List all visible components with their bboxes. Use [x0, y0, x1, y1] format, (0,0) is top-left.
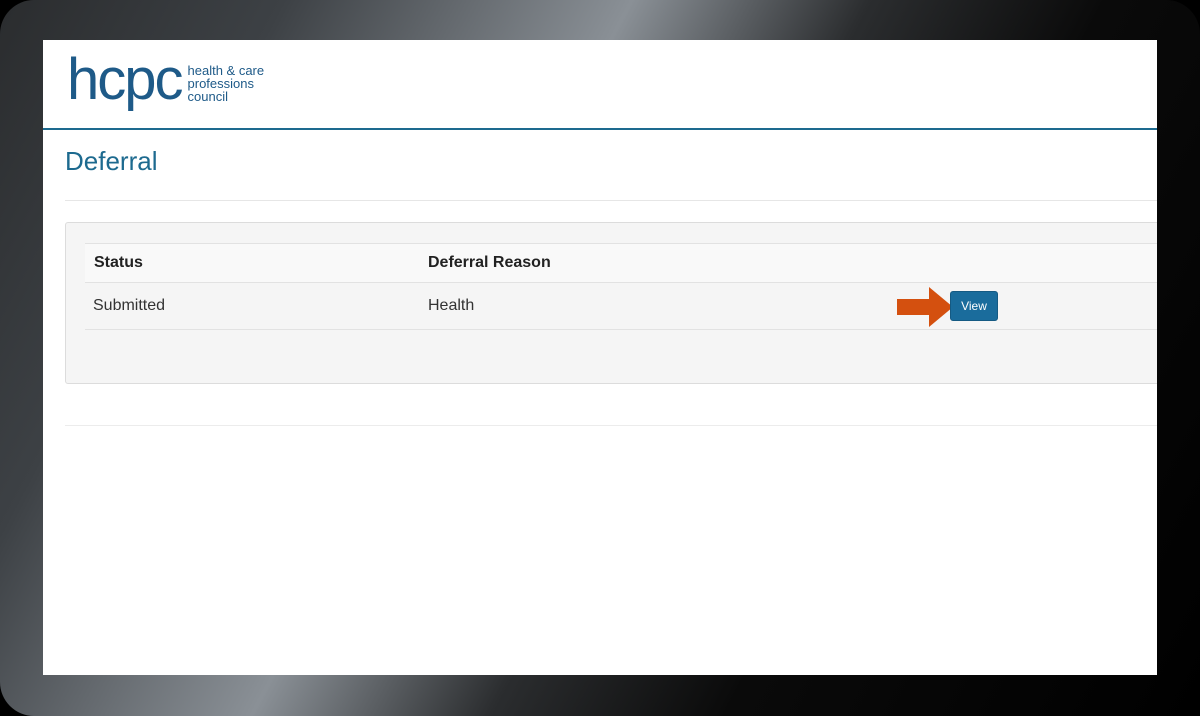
deferral-table: Status Deferral Reason Submitted Health …	[85, 243, 1157, 330]
title-divider	[65, 200, 1157, 201]
logo-tagline-line: council	[187, 88, 228, 104]
logo-tagline-line: health & care	[187, 62, 265, 78]
view-button[interactable]: View	[950, 291, 998, 321]
table-header-row: Status Deferral Reason	[85, 243, 1157, 283]
section-divider	[65, 425, 1157, 426]
site-header: hcpc health & care professions council	[43, 40, 1157, 130]
arrow-right-icon	[897, 287, 953, 327]
browser-viewport: hcpc health & care professions council D…	[43, 40, 1157, 675]
logo-tagline-line: professions	[187, 75, 254, 91]
table-row: Submitted Health View	[85, 283, 1157, 330]
reason-cell: Health	[428, 297, 475, 314]
deferral-panel: Status Deferral Reason Submitted Health …	[65, 222, 1157, 384]
column-header-status: Status	[94, 254, 143, 271]
column-header-deferral-reason: Deferral Reason	[428, 254, 551, 271]
hcpc-logo[interactable]: hcpc health & care professions council	[67, 47, 265, 116]
logo-tagline: health & care professions council	[188, 64, 265, 103]
status-cell: Submitted	[93, 297, 166, 314]
logo-wordmark: hcpc	[67, 47, 184, 112]
page-title: Deferral	[65, 146, 158, 176]
device-bezel: hcpc health & care professions council D…	[0, 0, 1200, 716]
